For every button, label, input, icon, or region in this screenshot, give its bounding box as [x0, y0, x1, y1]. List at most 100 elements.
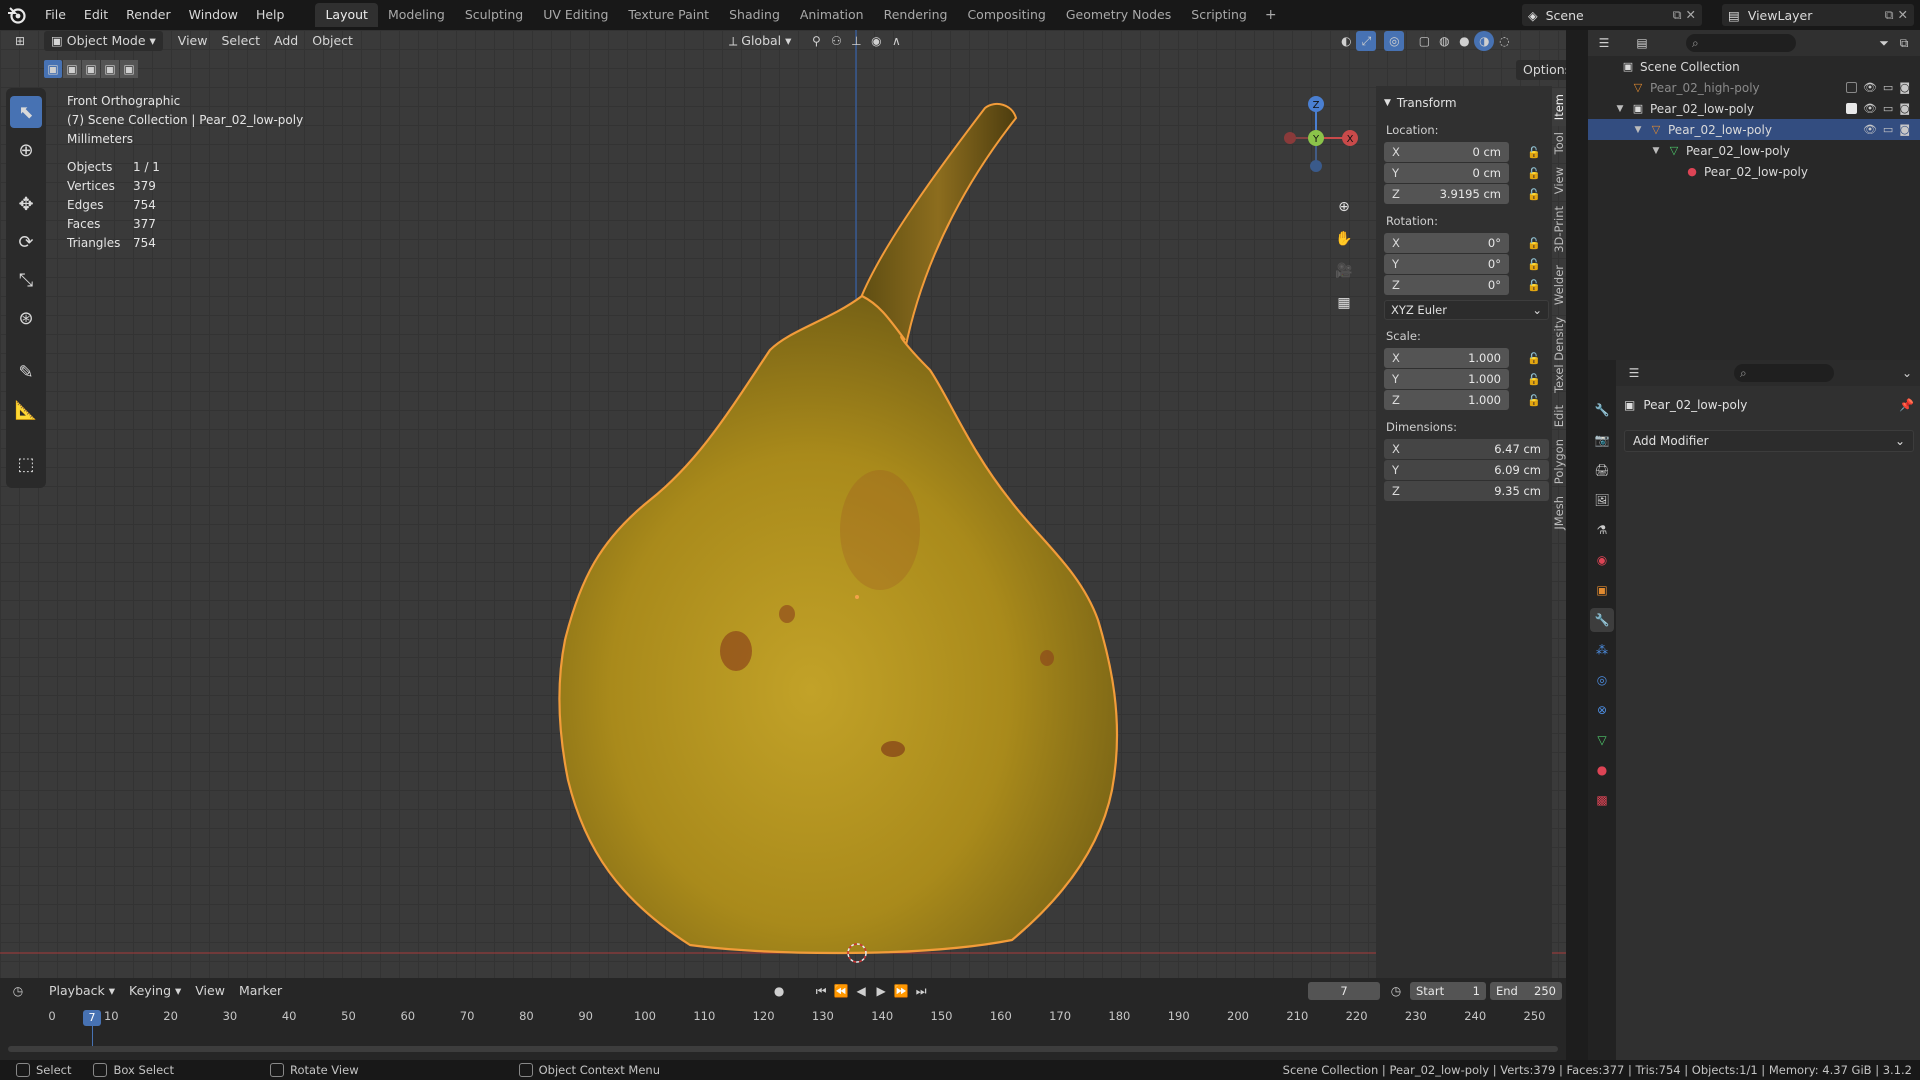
- filter-icon[interactable]: ⏷: [1874, 33, 1894, 53]
- output-properties-icon[interactable]: 🖨: [1590, 458, 1614, 482]
- lock-icon[interactable]: 🔓: [1527, 188, 1543, 201]
- material-properties-icon[interactable]: ●: [1590, 758, 1614, 782]
- lock-icon[interactable]: 🔓: [1527, 237, 1543, 250]
- 3d-viewport[interactable]: ⊞ ▣ Object Mode ▾ View Select Add Object…: [0, 30, 1566, 978]
- location-z-field[interactable]: Z 3.9195 cm: [1384, 184, 1509, 204]
- rotate-tool-icon[interactable]: ⟳: [10, 226, 42, 258]
- lock-icon[interactable]: 🔓: [1527, 394, 1543, 407]
- rendered-shading-icon[interactable]: ◌: [1494, 31, 1514, 51]
- scale-y-field[interactable]: Y 1.000: [1384, 369, 1509, 389]
- menu-object[interactable]: Object: [305, 31, 360, 51]
- play-icon[interactable]: ▶: [871, 981, 891, 1001]
- gizmo-toggle-icon[interactable]: ⤢: [1356, 31, 1377, 51]
- lock-icon[interactable]: 🔓: [1527, 352, 1543, 365]
- expand-chevron-icon[interactable]: ▼: [1632, 125, 1644, 135]
- select-subtract-icon[interactable]: ▣: [82, 60, 100, 78]
- camera-view-icon[interactable]: 🎥: [1331, 258, 1357, 284]
- options-dropdown[interactable]: Options ▾: [1516, 60, 1566, 97]
- tab-jmesh[interactable]: JMesh: [1552, 490, 1566, 536]
- mode-selector[interactable]: ▣ Object Mode ▾: [44, 31, 163, 51]
- current-frame-field[interactable]: 7: [1308, 982, 1380, 1000]
- annotate-tool-icon[interactable]: ✎: [10, 356, 42, 388]
- xray-icon[interactable]: ▢: [1414, 31, 1434, 51]
- select-new-icon[interactable]: ▣: [44, 60, 62, 78]
- scale-x-field[interactable]: X 1.000: [1384, 348, 1509, 368]
- tab-view[interactable]: View: [1552, 161, 1566, 200]
- tab-item[interactable]: Item: [1552, 88, 1566, 127]
- timeline-editor-type-icon[interactable]: ◷: [8, 981, 28, 1001]
- outliner-row[interactable]: ▼ ▣ Pear_02_low-poly 👁 ▭ ◙: [1588, 98, 1920, 119]
- outliner-search-input[interactable]: ⌕: [1686, 34, 1796, 52]
- scale-z-field[interactable]: Z 1.000: [1384, 390, 1509, 410]
- select-extend-icon[interactable]: ▣: [63, 60, 81, 78]
- record-icon[interactable]: ●: [769, 981, 789, 1001]
- monitor-icon[interactable]: ▭: [1883, 102, 1893, 115]
- menu-add[interactable]: Add: [267, 31, 305, 51]
- expand-chevron-icon[interactable]: ▼: [1614, 104, 1626, 114]
- timeline-ruler[interactable]: 0 10 20 30 40 50 60 70 80 90 100 110 120 130 140 150 160…: [0, 1009, 1566, 1027]
- display-mode-icon[interactable]: ▤: [1632, 33, 1652, 53]
- menu-playback[interactable]: Playback ▾: [42, 981, 122, 1001]
- proportional-edit-icon[interactable]: ◉: [866, 31, 886, 51]
- new-view-layer-icon[interactable]: ⧉ ✕: [1885, 7, 1908, 23]
- tool-properties-icon[interactable]: 🔧: [1590, 398, 1614, 422]
- cursor-tool-icon[interactable]: ⊕: [10, 134, 42, 166]
- properties-editor-type-icon[interactable]: ☰: [1624, 363, 1644, 383]
- location-x-field[interactable]: X 0 cm: [1384, 142, 1509, 162]
- location-y-field[interactable]: Y 0 cm: [1384, 163, 1509, 183]
- chevron-down-icon[interactable]: ⌄: [1902, 366, 1912, 380]
- menu-render[interactable]: Render: [117, 0, 180, 30]
- menu-timeline-view[interactable]: View: [188, 981, 232, 1001]
- outliner-row[interactable]: ● Pear_02_low-poly: [1588, 161, 1920, 182]
- tab-compositing[interactable]: Compositing: [957, 3, 1055, 27]
- lock-icon[interactable]: 🔓: [1527, 167, 1543, 180]
- wireframe-shading-icon[interactable]: ◍: [1434, 31, 1454, 51]
- data-properties-icon[interactable]: ▽: [1590, 728, 1614, 752]
- snap-icon[interactable]: ⚇: [826, 31, 846, 51]
- camera-icon[interactable]: ◙: [1899, 123, 1910, 136]
- view-layer-selector[interactable]: ▤ ViewLayer ⧉ ✕: [1722, 4, 1914, 26]
- constraint-properties-icon[interactable]: ⊗: [1590, 698, 1614, 722]
- scene-properties-icon[interactable]: ⚗: [1590, 518, 1614, 542]
- lock-icon[interactable]: 🔓: [1527, 373, 1543, 386]
- select-box-tool-icon[interactable]: ⬉: [10, 96, 42, 128]
- tab-tool[interactable]: Tool: [1552, 126, 1566, 160]
- overlay-icon[interactable]: ◎: [1384, 31, 1405, 51]
- monitor-icon[interactable]: ▭: [1883, 81, 1893, 94]
- menu-edit[interactable]: Edit: [75, 0, 117, 30]
- outliner-editor-type-icon[interactable]: ☰: [1594, 33, 1614, 53]
- rotation-mode-dropdown[interactable]: XYZ Euler ⌄: [1384, 300, 1549, 320]
- menu-keying[interactable]: Keying ▾: [122, 981, 188, 1001]
- visibility-icon[interactable]: ◐: [1336, 31, 1356, 51]
- dimension-x-field[interactable]: X 6.47 cm: [1384, 439, 1549, 459]
- eye-icon[interactable]: 👁: [1863, 123, 1877, 136]
- snap-target-icon[interactable]: ⊥: [846, 31, 866, 51]
- tab-shading[interactable]: Shading: [719, 3, 790, 27]
- tab-edit[interactable]: Edit: [1552, 399, 1566, 433]
- solid-shading-icon[interactable]: ●: [1454, 31, 1474, 51]
- add-modifier-dropdown[interactable]: Add Modifier ⌄: [1624, 430, 1914, 452]
- blender-logo-icon[interactable]: [6, 4, 28, 26]
- move-tool-icon[interactable]: ✥: [10, 188, 42, 220]
- ortho-toggle-icon[interactable]: ▦: [1331, 290, 1357, 316]
- scale-tool-icon[interactable]: ⤡: [10, 264, 42, 296]
- world-properties-icon[interactable]: ◉: [1590, 548, 1614, 572]
- object-properties-icon[interactable]: ▣: [1590, 578, 1614, 602]
- texture-properties-icon[interactable]: ▩: [1590, 788, 1614, 812]
- menu-marker[interactable]: Marker: [232, 981, 289, 1001]
- measure-tool-icon[interactable]: 📐: [10, 394, 42, 426]
- timeline-scrollbar[interactable]: [8, 1046, 1558, 1052]
- new-scene-icon[interactable]: ⧉ ✕: [1673, 7, 1696, 23]
- eye-icon[interactable]: 👁: [1863, 81, 1877, 94]
- navigation-gizmo[interactable]: Z X Y: [1270, 92, 1366, 182]
- menu-help[interactable]: Help: [247, 0, 294, 30]
- next-keyframe-icon[interactable]: ⏩: [891, 981, 911, 1001]
- physics-properties-icon[interactable]: ◎: [1590, 668, 1614, 692]
- view-layer-properties-icon[interactable]: 🖼: [1590, 488, 1614, 512]
- material-shading-icon[interactable]: ◑: [1474, 31, 1495, 51]
- lock-icon[interactable]: 🔓: [1527, 146, 1543, 159]
- add-cube-tool-icon[interactable]: ⬚: [10, 448, 42, 480]
- tab-layout[interactable]: Layout: [315, 3, 378, 27]
- pan-hand-icon[interactable]: ✋: [1331, 226, 1357, 252]
- rotation-z-field[interactable]: Z 0°: [1384, 275, 1509, 295]
